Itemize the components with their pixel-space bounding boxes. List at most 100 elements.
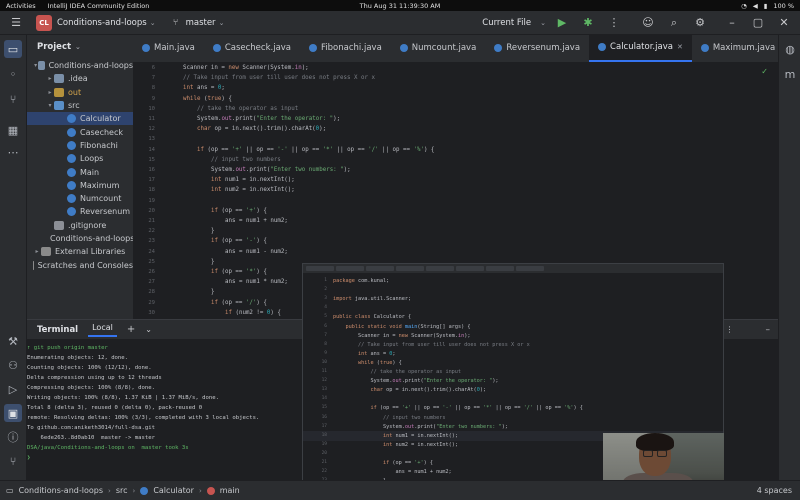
inspection-ok-icon[interactable]: ✓ [761,67,768,76]
chevron-down-icon[interactable]: ⌄ [540,19,546,27]
tree-item-casecheck[interactable]: Casecheck [27,125,133,138]
code-line[interactable]: Scanner in = new Scanner(System.in); [183,65,309,71]
tree-item-numcount[interactable]: Numcount [27,192,133,205]
close-icon[interactable]: ✕ [774,13,794,33]
commit-icon[interactable]: ◦ [4,65,22,83]
tree-item-conditions-and-loops[interactable]: ▾ Conditions-and-loops [27,59,133,72]
clock[interactable]: Thu Aug 31 11:39:30 AM [360,2,441,10]
tree-item-loops[interactable]: Loops [27,152,133,165]
code-line[interactable]: // input two numbers [211,157,281,163]
battery-icon[interactable]: ▮ [764,2,768,10]
code-line[interactable]: if (op == '+' || op == '-' || op == '*' … [197,147,434,153]
tree-item-scratches-and-consoles[interactable]: Scratches and Consoles [27,258,133,271]
volume-icon[interactable]: ◀ [753,2,758,10]
maven-icon[interactable]: m [781,65,799,83]
code-line[interactable]: if (op == '/') { [211,300,267,306]
code-line[interactable]: if (op == '*') { [211,269,267,275]
code-line[interactable]: int num2 = in.nextInt(); [211,187,295,193]
status-vcs-icon[interactable]: ▭ [6,486,14,495]
new-terminal-icon[interactable]: + [127,324,135,335]
chevron-down-icon[interactable]: ⌄ [150,19,156,27]
tree-item-idea[interactable]: ▸ .idea [27,72,133,85]
project-panel-title[interactable]: Project ⌄ [27,35,133,59]
tree-item-calculator[interactable]: Calculator [27,112,133,126]
tree-item-out[interactable]: ▸ out [27,86,133,99]
problems-icon[interactable]: ⓘ [4,428,22,446]
maximize-icon[interactable]: ▢ [748,13,768,33]
breadcrumb-project[interactable]: Conditions-and-loops [19,486,103,495]
code-line[interactable]: } [211,289,215,295]
code-line[interactable]: ans = num1 + num2; [225,218,288,224]
branch-name[interactable]: master [186,18,216,28]
git-icon[interactable]: ⑂ [4,452,22,470]
project-badge[interactable]: CL [36,14,52,31]
chevron-right-icon[interactable]: ▸ [46,89,54,96]
run-configuration[interactable]: Current File [482,18,531,28]
services-icon[interactable]: ⚇ [4,356,22,374]
pull-request-icon[interactable]: ⑂ [4,90,22,108]
chevron-down-icon[interactable]: ▾ [46,102,54,109]
tab-reversenum[interactable]: Reversenum.java [485,35,589,62]
code-line[interactable]: } [211,228,215,234]
gear-icon[interactable]: ⚙ [690,13,710,33]
more-tools-icon[interactable]: ⋯ [4,143,22,161]
run-icon[interactable]: ▶ [552,13,572,33]
tab-calculator[interactable]: Calculator.java ✕ [589,35,692,62]
tab-casecheck[interactable]: Casecheck.java [204,35,300,62]
project-name[interactable]: Conditions-and-loops [57,18,147,28]
close-tab-icon[interactable]: ✕ [677,43,683,51]
activities-button[interactable]: Activities [6,2,36,10]
code-line[interactable]: ans = num1 * num2; [225,279,288,285]
chevron-down-icon[interactable]: ⌄ [145,325,152,334]
code-line[interactable]: int num1 = in.nextInt(); [211,177,295,183]
code-line[interactable]: System.out.print("Enter two numbers: "); [211,167,351,173]
chevron-right-icon[interactable]: ▸ [33,248,41,255]
tree-item-maximum[interactable]: Maximum [27,179,133,192]
more-icon[interactable]: ⋮ [604,13,624,33]
code-line[interactable]: int ans = 0; [183,85,225,91]
minimize-panel-icon[interactable]: – [766,325,771,335]
add-user-icon[interactable]: ☺ [638,13,658,33]
breadcrumb-method[interactable]: main [220,486,240,495]
code-line[interactable]: } [211,259,215,265]
wifi-icon[interactable]: ◔ [741,2,747,10]
tree-item-conditions-and-loops[interactable]: Conditions-and-loops [27,232,133,245]
code-line[interactable]: if (op == '-') { [211,238,267,244]
tree-item-main[interactable]: Main [27,165,133,178]
tab-fibonachi[interactable]: Fibonachi.java [300,35,391,62]
structure-icon[interactable]: ▦ [4,121,22,139]
more-icon[interactable]: ⋮ [726,325,734,334]
code-line[interactable]: // take the operator as input [197,106,298,112]
breadcrumb-src[interactable]: src [116,486,128,495]
terminal-tab-local[interactable]: Local [88,323,117,337]
notifications-icon[interactable]: ◍ [781,40,799,58]
code-line[interactable]: while (true) { [183,96,232,102]
tab-main[interactable]: Main.java [133,35,204,62]
folder-icon[interactable]: ▭ [4,40,22,58]
tab-maximum[interactable]: Maximum.java [692,35,778,62]
breadcrumb-class[interactable]: Calculator [153,486,194,495]
tree-item-src[interactable]: ▾ src [27,99,133,112]
chevron-down-icon[interactable]: ⌄ [219,19,225,27]
app-name[interactable]: IntelliJ IDEA Community Edition [48,2,150,10]
code-line[interactable]: if (op == '+') { [211,208,267,214]
run-tool-icon[interactable]: ▷ [4,380,22,398]
tree-item-fibonachi[interactable]: Fibonachi [27,139,133,152]
hammer-icon[interactable]: ⚒ [4,332,22,350]
search-icon[interactable]: ⌕ [664,13,684,33]
code-line[interactable]: if (num2 != 0) { [225,310,281,316]
debug-icon[interactable]: ✱ [578,13,598,33]
terminal-icon[interactable]: ▣ [4,404,22,422]
code-line[interactable]: System.out.print("Enter the operator: ")… [197,116,340,122]
code-line[interactable]: char op = in.next().trim().charAt(0); [197,126,326,132]
code-line[interactable]: // Take input from user till user does n… [183,75,375,81]
indent-setting[interactable]: 4 spaces [757,486,792,495]
tree-item-reversenum[interactable]: Reversenum [27,205,133,218]
tree-item-external-libraries[interactable]: ▸ External Libraries [27,245,133,258]
tree-item-gitignore[interactable]: .gitignore [27,219,133,232]
minimize-icon[interactable]: – [722,13,742,33]
chevron-down-icon[interactable]: ⌄ [75,43,81,51]
tab-numcount[interactable]: Numcount.java [391,35,486,62]
chevron-right-icon[interactable]: ▸ [46,75,54,82]
code-line[interactable]: ans = num1 - num2; [225,249,288,255]
